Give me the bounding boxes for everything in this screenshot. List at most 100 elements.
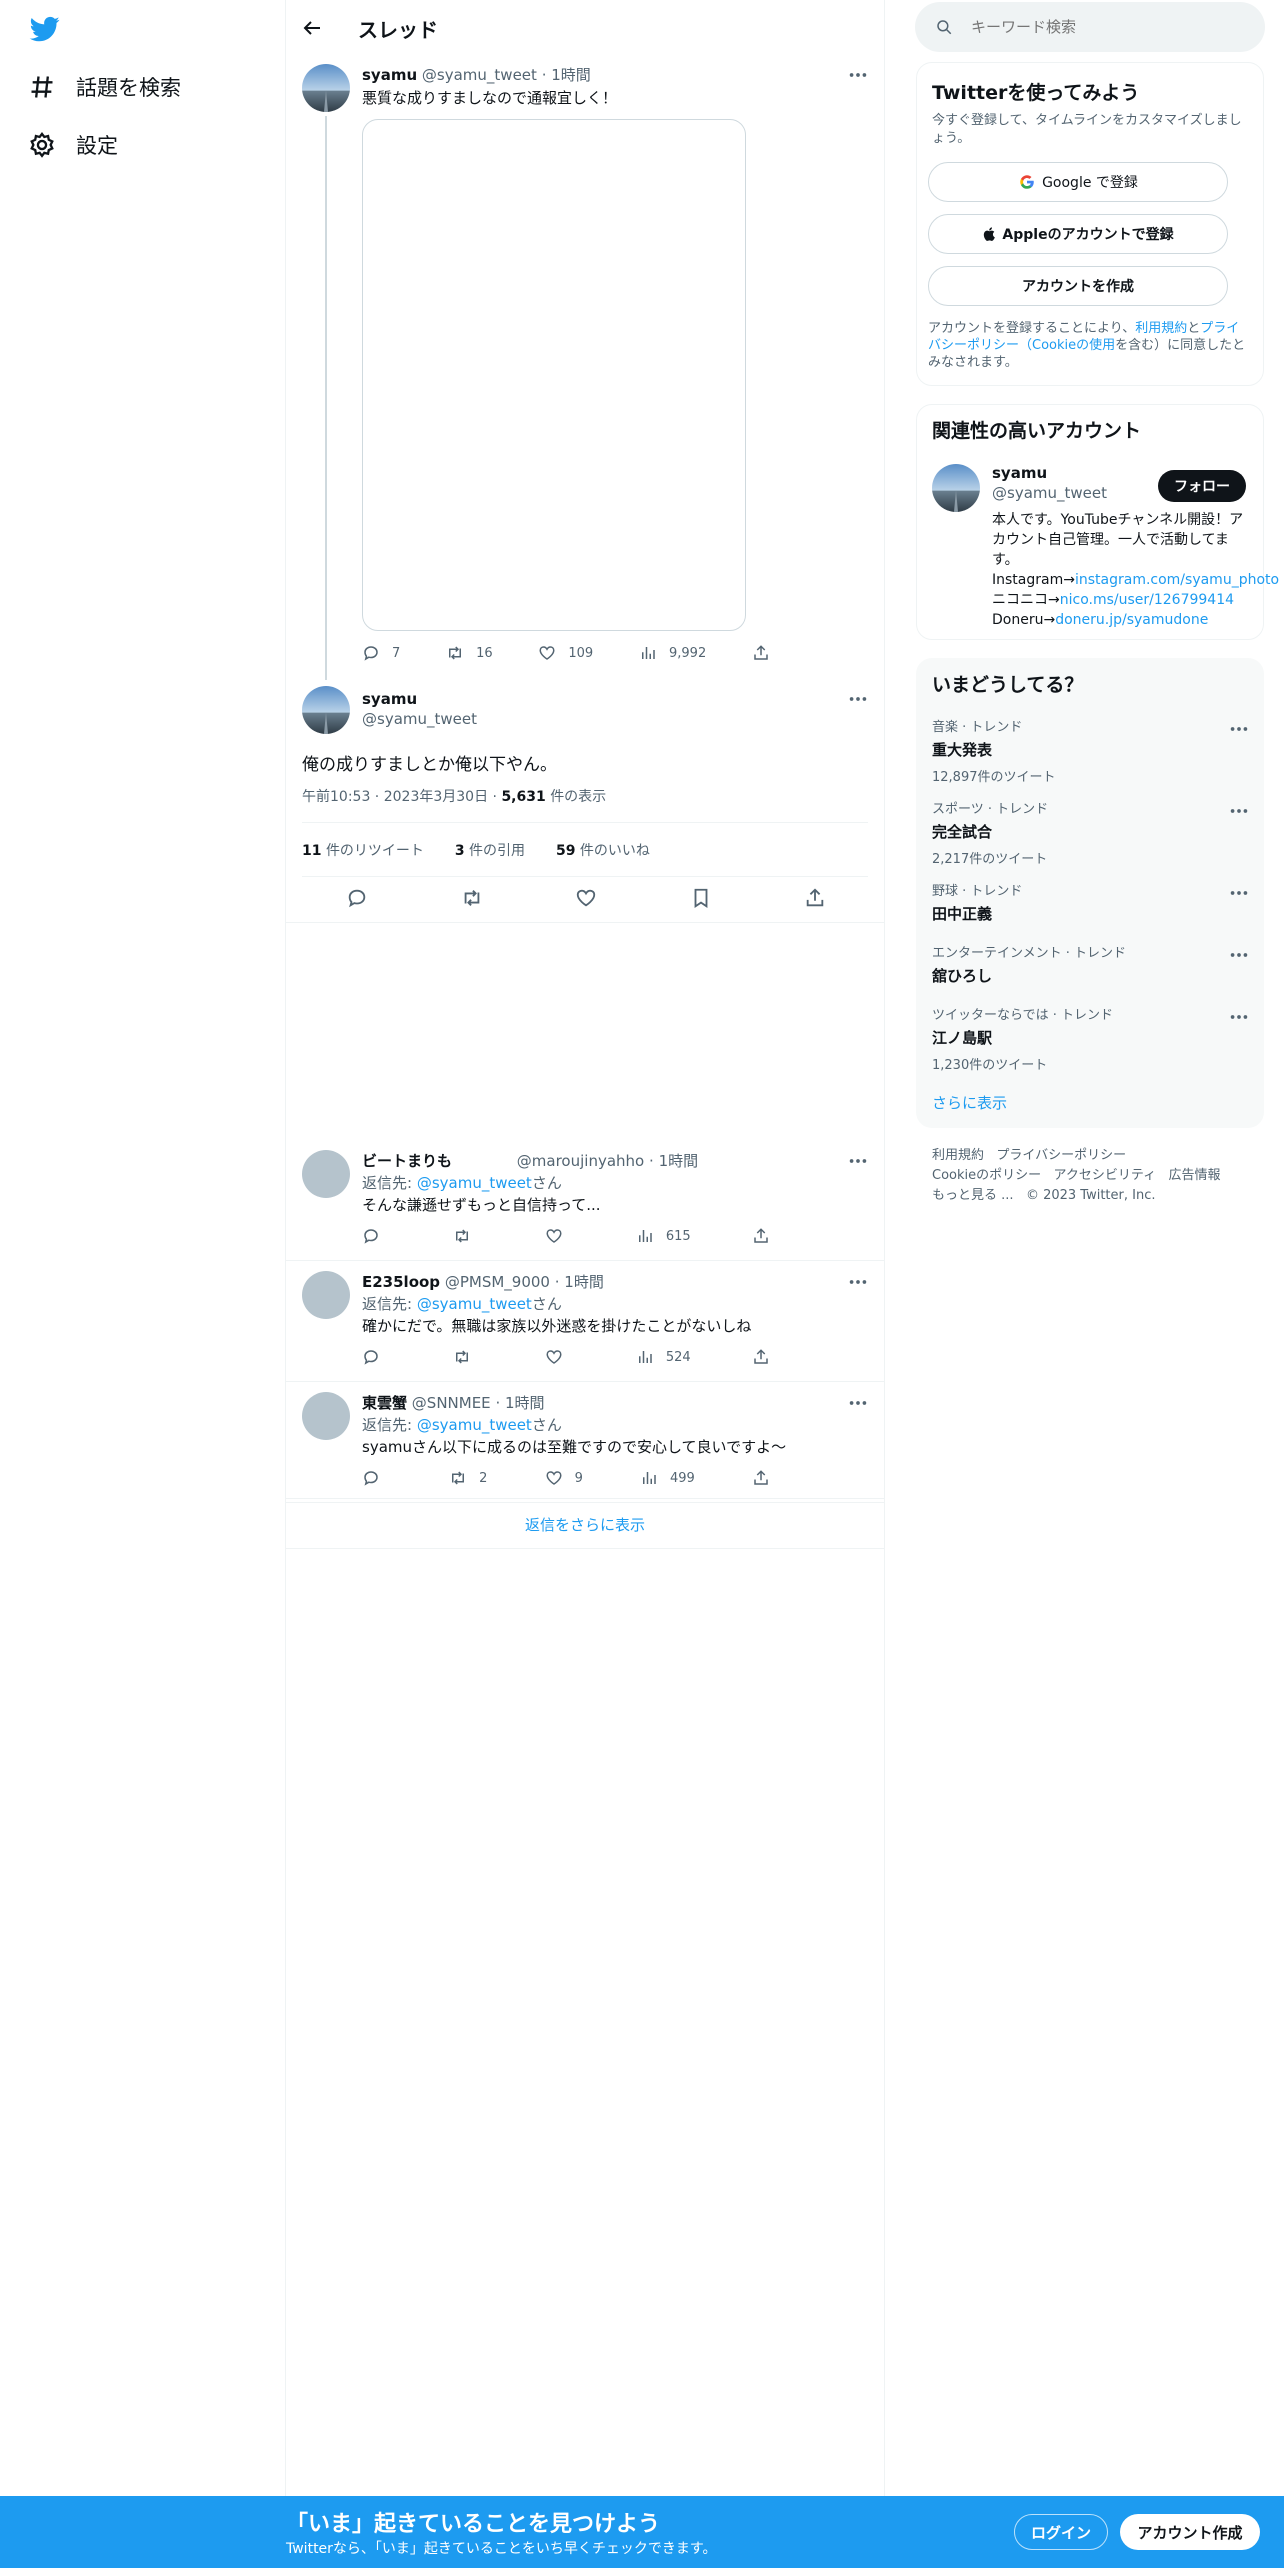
nav-explore[interactable]: 話題を検索 — [28, 72, 181, 102]
tweet-time[interactable]: 午前10:53 — [302, 789, 370, 805]
author-handle[interactable]: @syamu_tweet — [362, 710, 477, 728]
trends-show-more-link[interactable]: さらに表示 — [932, 1092, 1007, 1113]
more-options-icon[interactable] — [1228, 718, 1250, 740]
more-options-icon[interactable] — [847, 1271, 869, 1293]
terms-link[interactable]: 利用規約 — [1135, 321, 1187, 336]
more-options-icon[interactable] — [847, 688, 869, 710]
trend-item[interactable]: スポーツ · トレンド 完全試合 2,217件のツイート — [932, 798, 1252, 867]
reply-button[interactable] — [362, 1226, 392, 1246]
retweet-button[interactable] — [453, 1347, 483, 1367]
search-box[interactable] — [915, 2, 1265, 52]
nav-settings[interactable]: 設定 — [28, 130, 118, 160]
share-button[interactable] — [752, 1468, 782, 1488]
replying-to-link[interactable]: @syamu_tweet — [417, 1416, 532, 1434]
avatar[interactable] — [302, 1271, 350, 1319]
author-handle[interactable]: @maroujinyahho — [517, 1152, 644, 1170]
footer-privacy[interactable]: プライバシーポリシー — [996, 1148, 1126, 1163]
tweet-media[interactable] — [362, 119, 746, 631]
more-options-icon[interactable] — [1228, 800, 1250, 822]
trend-item[interactable]: ツイッターならでは · トレンド 江ノ島駅 1,230件のツイート — [932, 1004, 1252, 1073]
views-button[interactable]: 615 — [636, 1226, 691, 1246]
author-handle[interactable]: @SNNMEE — [412, 1394, 491, 1412]
quotes-stat[interactable]: 3 件の引用 — [455, 843, 525, 859]
more-options-icon[interactable] — [1228, 944, 1250, 966]
back-arrow-icon[interactable] — [300, 16, 324, 40]
author-name[interactable]: syamu — [362, 66, 417, 84]
share-button[interactable] — [804, 888, 826, 908]
tweet-time[interactable]: 1時間 — [659, 1152, 699, 1170]
create-account-button[interactable]: アカウントを作成 — [928, 266, 1228, 306]
tweet-time[interactable]: 1時間 — [551, 66, 591, 84]
apple-signup-button[interactable]: Appleのアカウントで登録 — [928, 214, 1228, 254]
retweet-button[interactable]: 2 — [449, 1468, 487, 1488]
show-more-replies-link[interactable]: 返信をさらに表示 — [286, 1514, 884, 1535]
login-button[interactable]: ログイン — [1014, 2514, 1108, 2550]
reply-button[interactable] — [362, 1468, 392, 1488]
like-button[interactable] — [545, 1226, 575, 1246]
views-button[interactable]: 9,992 — [639, 643, 706, 663]
avatar[interactable] — [302, 1150, 350, 1198]
footer-ads[interactable]: 広告情報 — [1169, 1168, 1221, 1183]
footer-cookie[interactable]: Cookieのポリシー — [932, 1168, 1041, 1183]
share-button[interactable] — [752, 1347, 782, 1367]
author-handle[interactable]: @PMSM_9000 — [445, 1273, 550, 1291]
trend-item[interactable]: エンターテインメント · トレンド 舘ひろし — [932, 942, 1252, 992]
bookmark-button[interactable] — [690, 888, 712, 908]
bio-link[interactable]: nico.ms/user/126799414 — [1060, 592, 1234, 608]
more-options-icon[interactable] — [1228, 882, 1250, 904]
author-handle[interactable]: @syamu_tweet — [422, 66, 537, 84]
bio-link[interactable]: doneru.jp/syamudone — [1055, 612, 1208, 628]
more-options-icon[interactable] — [847, 1392, 869, 1414]
twitter-logo-icon[interactable] — [28, 14, 62, 44]
trend-item[interactable]: 野球 · トレンド 田中正義 — [932, 880, 1252, 930]
avatar[interactable] — [302, 1392, 350, 1440]
like-button[interactable] — [575, 888, 597, 908]
reply-button[interactable] — [362, 1347, 392, 1367]
views-count: 615 — [665, 1228, 691, 1244]
related-name[interactable]: syamu — [992, 464, 1047, 482]
trend-name: 重大発表 — [932, 741, 993, 759]
like-button[interactable]: 109 — [538, 643, 593, 663]
views-button[interactable]: 499 — [640, 1468, 695, 1488]
replying-to-link[interactable]: @syamu_tweet — [417, 1174, 532, 1192]
like-button[interactable] — [545, 1347, 575, 1367]
replying-to-link[interactable]: @syamu_tweet — [417, 1295, 532, 1313]
likes-stat[interactable]: 59 件のいいね — [556, 843, 650, 859]
google-signup-button[interactable]: Google で登録 — [928, 162, 1228, 202]
author-name[interactable]: E235loop — [362, 1273, 440, 1291]
more-options-icon[interactable] — [847, 1150, 869, 1172]
chart-bar-icon — [640, 1469, 658, 1487]
retweet-button[interactable] — [461, 888, 483, 908]
trend-item[interactable]: 音楽 · トレンド 重大発表 12,897件のツイート — [932, 716, 1252, 785]
tweet-date[interactable]: 2023年3月30日 — [384, 789, 488, 805]
more-options-icon[interactable] — [1228, 1006, 1250, 1028]
views-button[interactable]: 524 — [636, 1347, 691, 1367]
author-name[interactable]: 東雲蟹 — [362, 1392, 407, 1413]
follow-button[interactable]: フォロー — [1158, 470, 1246, 502]
retweets-stat[interactable]: 11 件のリツイート — [302, 843, 424, 859]
footer-accessibility[interactable]: アクセシビリティ — [1054, 1168, 1157, 1183]
avatar[interactable] — [932, 464, 980, 512]
retweet-button[interactable]: 16 — [446, 643, 493, 663]
reply-button[interactable]: 7 — [362, 643, 400, 663]
author-name[interactable]: syamu — [362, 690, 417, 708]
avatar[interactable] — [302, 64, 350, 112]
share-button[interactable] — [752, 1226, 782, 1246]
footer-more[interactable]: もっと見る ... — [932, 1188, 1014, 1203]
like-button[interactable]: 9 — [545, 1468, 583, 1488]
tweet-time[interactable]: 1時間 — [505, 1394, 545, 1412]
signup-button[interactable]: アカウント作成 — [1120, 2514, 1260, 2550]
retweet-button[interactable] — [453, 1226, 483, 1246]
bio-link[interactable]: instagram.com/syamu_photo — [1075, 572, 1279, 588]
footer-copyright: © 2023 Twitter, Inc. — [1025, 1188, 1156, 1203]
tweet-actions: 2 9 499 — [362, 1468, 782, 1488]
share-button[interactable] — [752, 643, 782, 663]
related-handle[interactable]: @syamu_tweet — [992, 484, 1107, 502]
avatar[interactable] — [302, 686, 350, 734]
reply-button[interactable] — [346, 888, 368, 908]
footer-terms[interactable]: 利用規約 — [932, 1148, 984, 1163]
tweet-time[interactable]: 1時間 — [564, 1273, 604, 1291]
more-options-icon[interactable] — [847, 64, 869, 86]
search-input[interactable] — [971, 18, 1241, 36]
author-name[interactable]: ビートまりも — [362, 1150, 512, 1171]
